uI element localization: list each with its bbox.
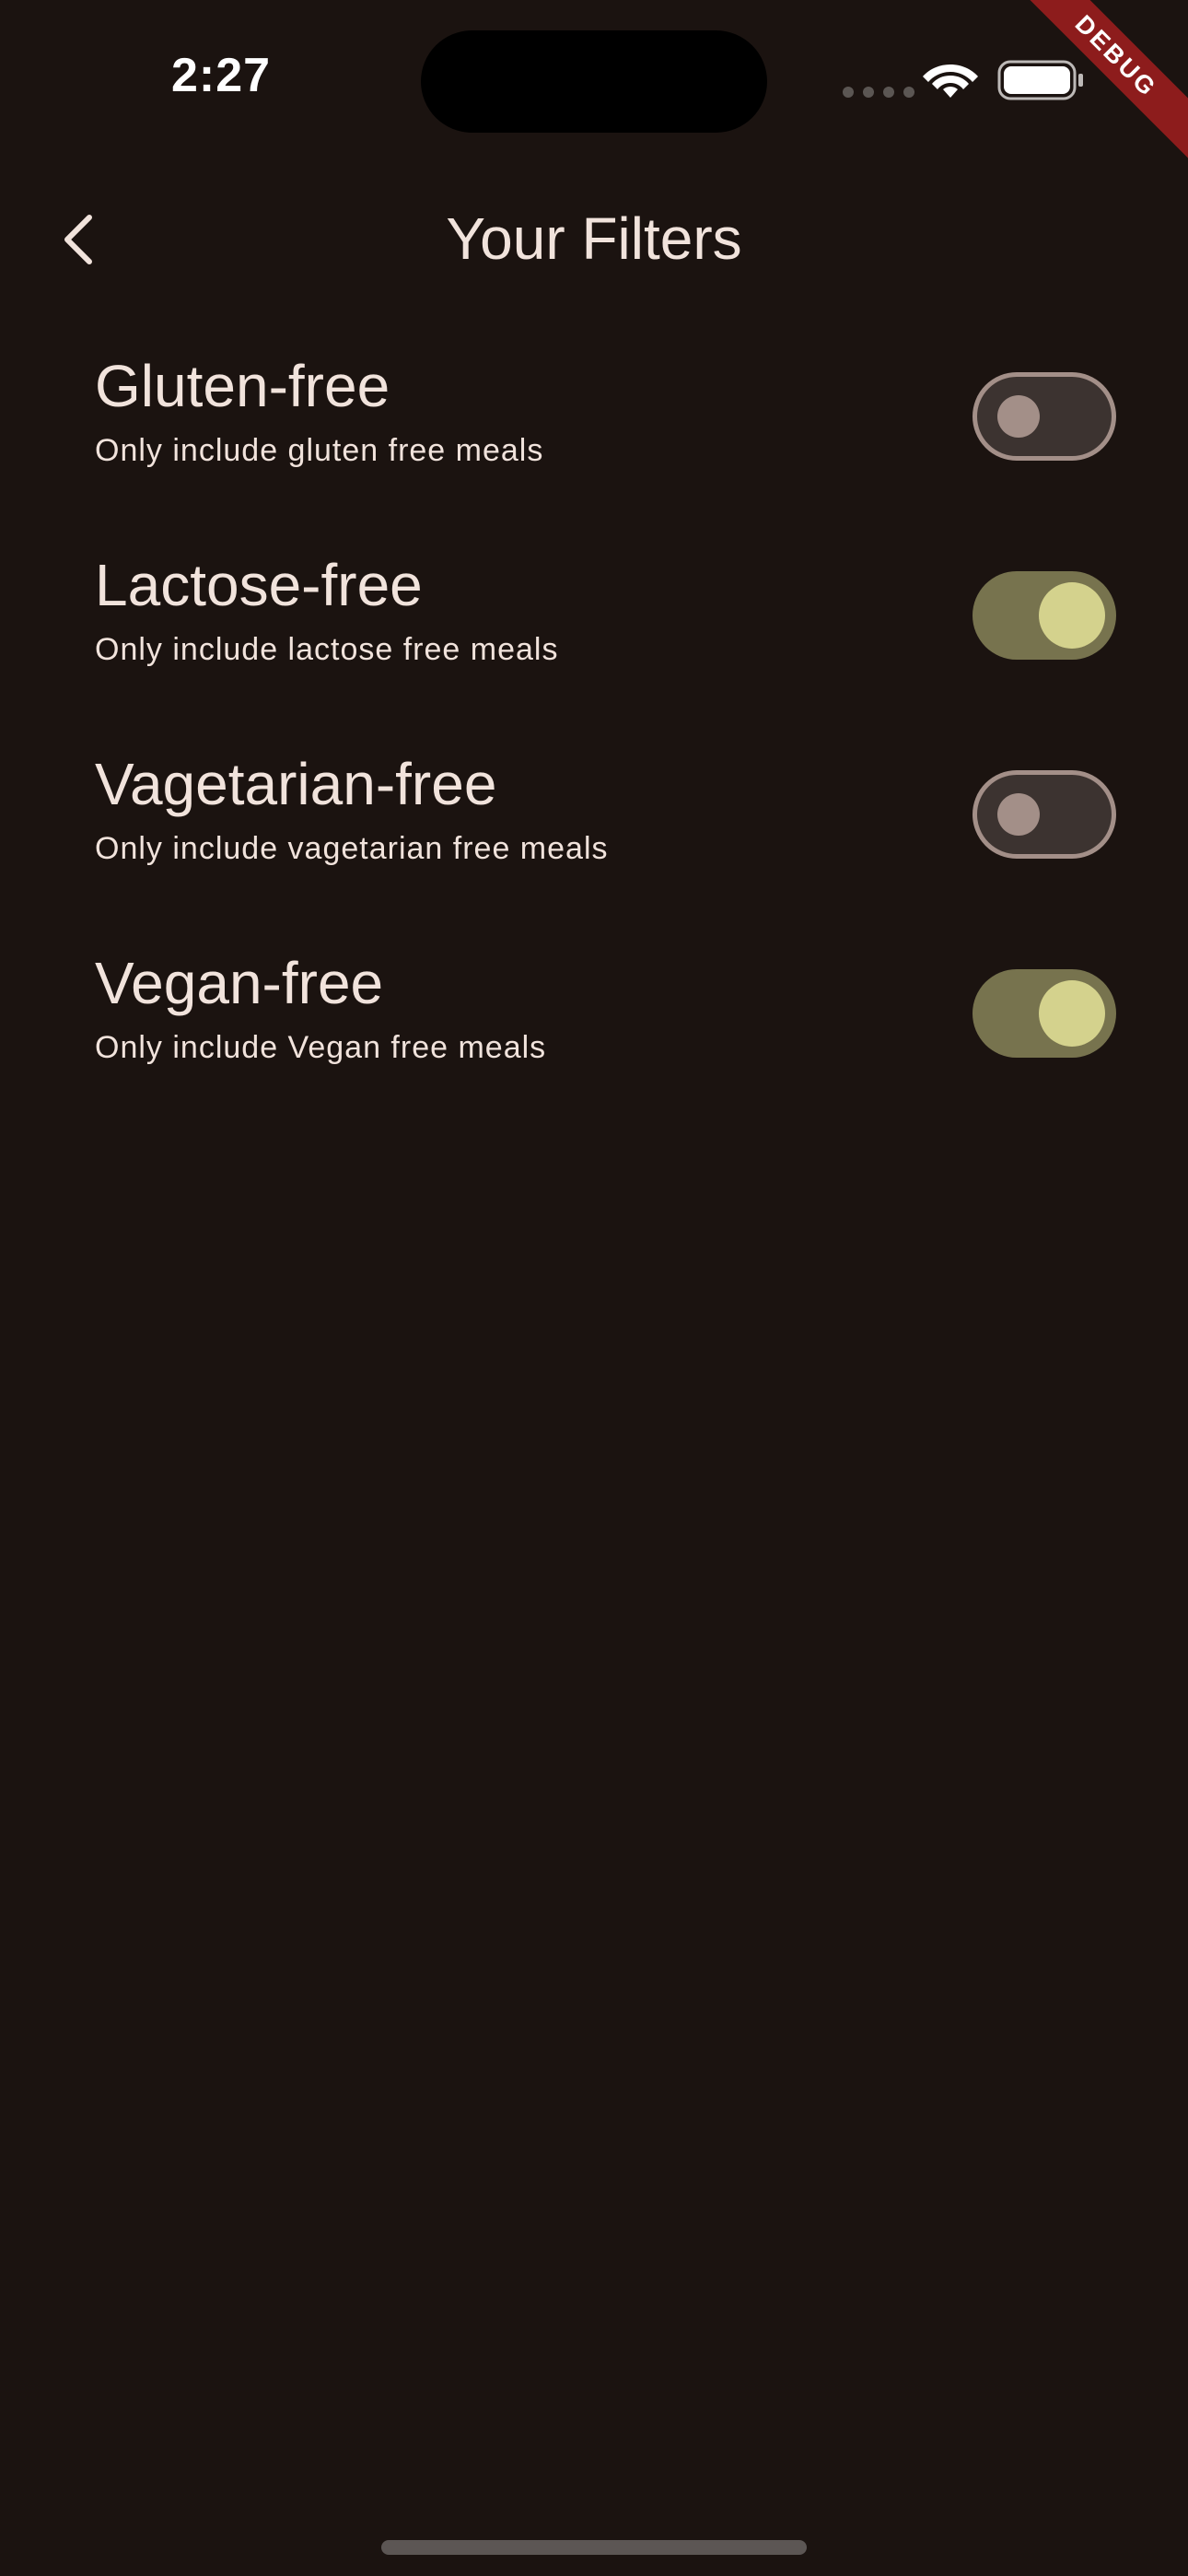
home-indicator[interactable] [381, 2540, 807, 2555]
switch-thumb [1039, 980, 1105, 1047]
filter-row-gluten-free[interactable]: Gluten-free Only include gluten free mea… [0, 332, 1188, 531]
wifi-icon [923, 64, 978, 98]
switch-thumb [1039, 582, 1105, 649]
filter-list: Gluten-free Only include gluten free mea… [0, 332, 1188, 1128]
filter-title: Vegan-free [95, 950, 384, 1016]
filter-subtitle: Only include Vegan free meals [95, 1030, 547, 1065]
gluten-free-switch[interactable] [973, 372, 1116, 461]
lactose-free-switch[interactable] [973, 571, 1116, 660]
vegan-free-switch[interactable] [973, 969, 1116, 1058]
status-time: 2:27 [171, 49, 272, 102]
filter-subtitle: Only include gluten free meals [95, 433, 544, 468]
filter-subtitle: Only include vagetarian free meals [95, 831, 609, 866]
switch-thumb [997, 793, 1040, 836]
filter-row-vegan-free[interactable]: Vegan-free Only include Vegan free meals [0, 929, 1188, 1128]
filter-row-vagetarian-free[interactable]: Vagetarian-free Only include vagetarian … [0, 730, 1188, 929]
battery-icon [997, 60, 1083, 100]
filter-title: Lactose-free [95, 552, 423, 618]
dynamic-island [421, 30, 767, 133]
vagetarian-free-switch[interactable] [973, 770, 1116, 859]
filter-row-lactose-free[interactable]: Lactose-free Only include lactose free m… [0, 531, 1188, 730]
page-title: Your Filters [446, 205, 742, 272]
filter-title: Vagetarian-free [95, 751, 497, 817]
filter-title: Gluten-free [95, 353, 390, 419]
filter-subtitle: Only include lactose free meals [95, 632, 559, 667]
switch-thumb [997, 395, 1040, 438]
signal-dots-icon [843, 87, 914, 98]
